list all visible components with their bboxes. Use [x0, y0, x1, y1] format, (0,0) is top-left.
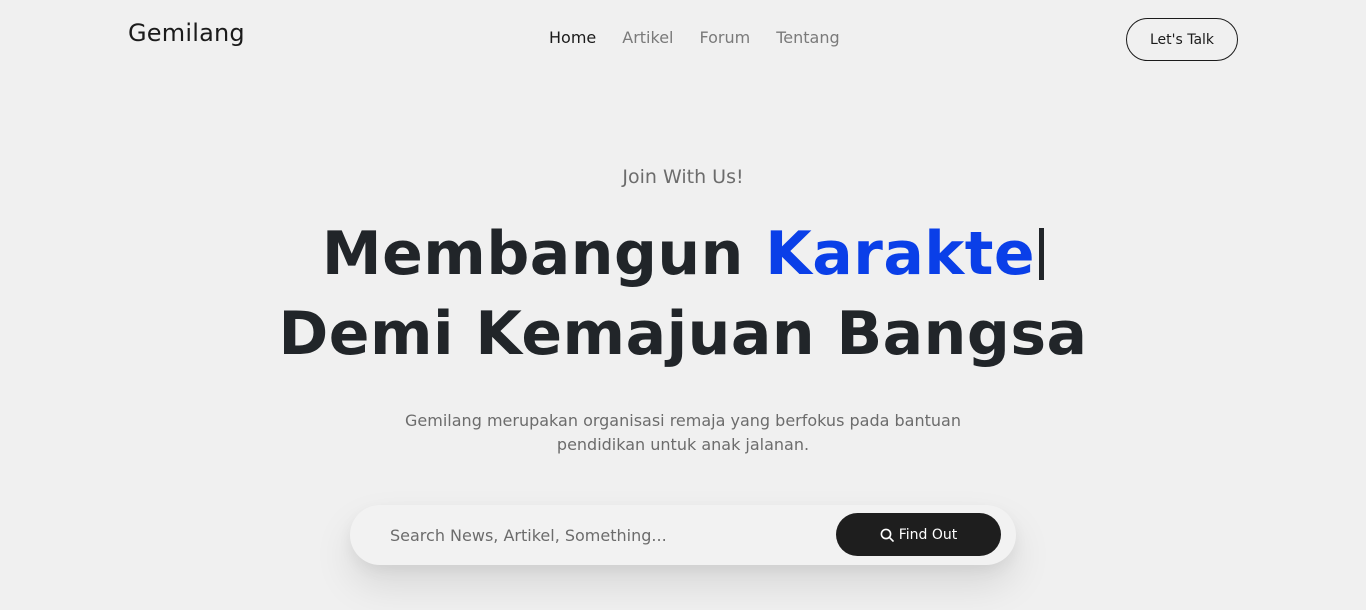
hero-title-prefix: Membangun	[321, 219, 744, 289]
hero-description: Gemilang merupakan organisasi remaja yan…	[405, 411, 961, 454]
nav-links: Home Artikel Forum Tentang	[549, 28, 840, 47]
find-out-button[interactable]: Find Out	[836, 513, 1001, 556]
search-input[interactable]	[390, 519, 810, 551]
search-icon	[880, 528, 894, 542]
search-bar: Find Out	[350, 505, 1016, 565]
nav-link-tentang[interactable]: Tentang	[776, 28, 839, 47]
nav-link-home[interactable]: Home	[549, 28, 596, 47]
find-out-label: Find Out	[898, 526, 958, 543]
nav-link-forum[interactable]: Forum	[699, 28, 750, 47]
typing-cursor	[1039, 228, 1045, 280]
nav-link-artikel[interactable]: Artikel	[622, 28, 673, 47]
navbar: Gemilang Home Artikel Forum Tentang Let'…	[0, 0, 1366, 80]
hero-title-accent: Karakte	[765, 219, 1036, 289]
lets-talk-button[interactable]: Let's Talk	[1126, 18, 1238, 61]
hero-title-line2: Demi Kemajuan Bangsa	[278, 299, 1088, 369]
hero-title: Membangun Karakte Demi Kemajuan Bangsa	[0, 214, 1366, 374]
brand-logo[interactable]: Gemilang	[128, 19, 245, 47]
hero-kicker: Join With Us!	[622, 166, 744, 188]
